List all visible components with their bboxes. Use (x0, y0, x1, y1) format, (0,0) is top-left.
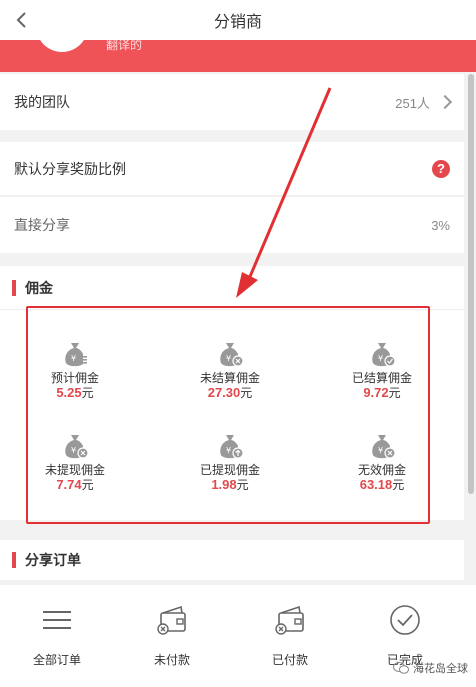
money-bag-up-icon: ¥ (220, 435, 244, 459)
wechat-logo-icon (393, 662, 409, 674)
money-bag-x-icon: ¥ (220, 343, 244, 367)
commission-item-settled[interactable]: ¥ 已结算佣金 9.72元 (322, 340, 442, 401)
share-orders-title: 分享订单 (25, 552, 81, 568)
commission-item-estimated[interactable]: ¥ 预计佣金 5.25元 (15, 340, 135, 401)
my-team-label: 我的团队 (14, 94, 70, 110)
direct-share-value: 3% (431, 217, 450, 233)
profile-name: 翻译的 (106, 40, 143, 52)
tab-label: 未付款 (153, 653, 190, 667)
money-bag-x-icon: ¥ (65, 435, 89, 459)
section-marker (12, 552, 16, 568)
tab-paid[interactable]: 已付款 (245, 603, 335, 668)
direct-share-row: 直接分享 3% (0, 197, 464, 253)
currency-unit: 元 (392, 478, 405, 492)
svg-text:¥: ¥ (226, 446, 231, 455)
money-bag-x-icon: ¥ (372, 435, 396, 459)
currency-unit: 元 (236, 478, 249, 492)
svg-text:¥: ¥ (378, 354, 383, 363)
currency-unit: 元 (240, 386, 253, 400)
commission-label: 未结算佣金 (199, 371, 260, 385)
commission-value: 27.30 (207, 385, 241, 400)
tab-all-orders[interactable]: 全部订单 (12, 603, 102, 668)
back-button[interactable] (8, 6, 36, 34)
commission-header: 佣金 (0, 266, 464, 310)
tab-label: 全部订单 (32, 653, 81, 667)
commission-value: 9.72 (363, 385, 389, 400)
svg-text:¥: ¥ (378, 446, 383, 455)
page-title: 分销商 (213, 14, 262, 31)
chevron-left-icon (16, 12, 26, 28)
commission-label: 已结算佣金 (351, 371, 412, 385)
avatar[interactable] (36, 40, 88, 52)
section-marker (12, 279, 16, 296)
commission-value: 7.74 (56, 477, 82, 492)
currency-unit: 元 (81, 386, 94, 400)
chevron-right-icon (437, 94, 453, 110)
commission-item-invalid[interactable]: ¥ 无效佣金 63.18元 (322, 432, 442, 493)
scrollbar[interactable] (468, 74, 474, 494)
commission-value: 1.98 (211, 477, 237, 492)
commission-value: 5.25 (56, 385, 82, 400)
watermark: 海花岛全球 (393, 660, 468, 676)
commission-item-unwithdrawn[interactable]: ¥ 未提现佣金 7.74元 (15, 432, 135, 493)
tab-unpaid[interactable]: 未付款 (127, 603, 217, 668)
tab-label: 已付款 (271, 653, 308, 667)
commission-label: 未提现佣金 (44, 463, 105, 477)
commission-item-withdrawn[interactable]: ¥ 已提现佣金 1.98元 (170, 432, 290, 493)
commission-title: 佣金 (25, 279, 53, 296)
svg-text:¥: ¥ (71, 354, 76, 363)
tab-completed[interactable]: 已完成 (360, 603, 450, 668)
commission-grid: ¥ 预计佣金 5.25元 ¥ 未结算佣金 27.30元 ¥ 已结算佣金 9.72… (0, 306, 464, 524)
svg-text:¥: ¥ (71, 446, 76, 455)
svg-text:¥: ¥ (226, 354, 231, 363)
wallet-x-icon (157, 605, 186, 635)
money-bag-list-icon: ¥ (65, 343, 87, 367)
commission-item-unsettled[interactable]: ¥ 未结算佣金 27.30元 (170, 340, 290, 401)
help-icon[interactable]: ? (432, 159, 450, 178)
share-orders-header: 分享订单 (0, 540, 464, 580)
commission-label: 已提现佣金 (199, 463, 260, 477)
direct-share-label: 直接分享 (14, 217, 70, 233)
money-bag-check-icon: ¥ (372, 343, 396, 367)
commission-label: 无效佣金 (357, 463, 406, 477)
share-ratio-label: 默认分享奖励比例 (14, 160, 126, 177)
profile-banner: 翻译的 (0, 40, 476, 72)
currency-unit: 元 (81, 478, 94, 492)
share-ratio-row: 默认分享奖励比例 ? (0, 142, 464, 196)
commission-value: 63.18 (359, 477, 393, 492)
list-icon (43, 611, 71, 629)
commission-label: 预计佣金 (50, 371, 99, 385)
team-count: 251人 (395, 95, 430, 111)
nav-bar: 分销商 (0, 0, 476, 40)
my-team-row[interactable]: 我的团队 251人 (0, 74, 464, 130)
check-circle-icon (390, 605, 420, 635)
wallet-x-icon (275, 605, 304, 635)
currency-unit: 元 (388, 386, 401, 400)
watermark-text: 海花岛全球 (413, 663, 468, 675)
